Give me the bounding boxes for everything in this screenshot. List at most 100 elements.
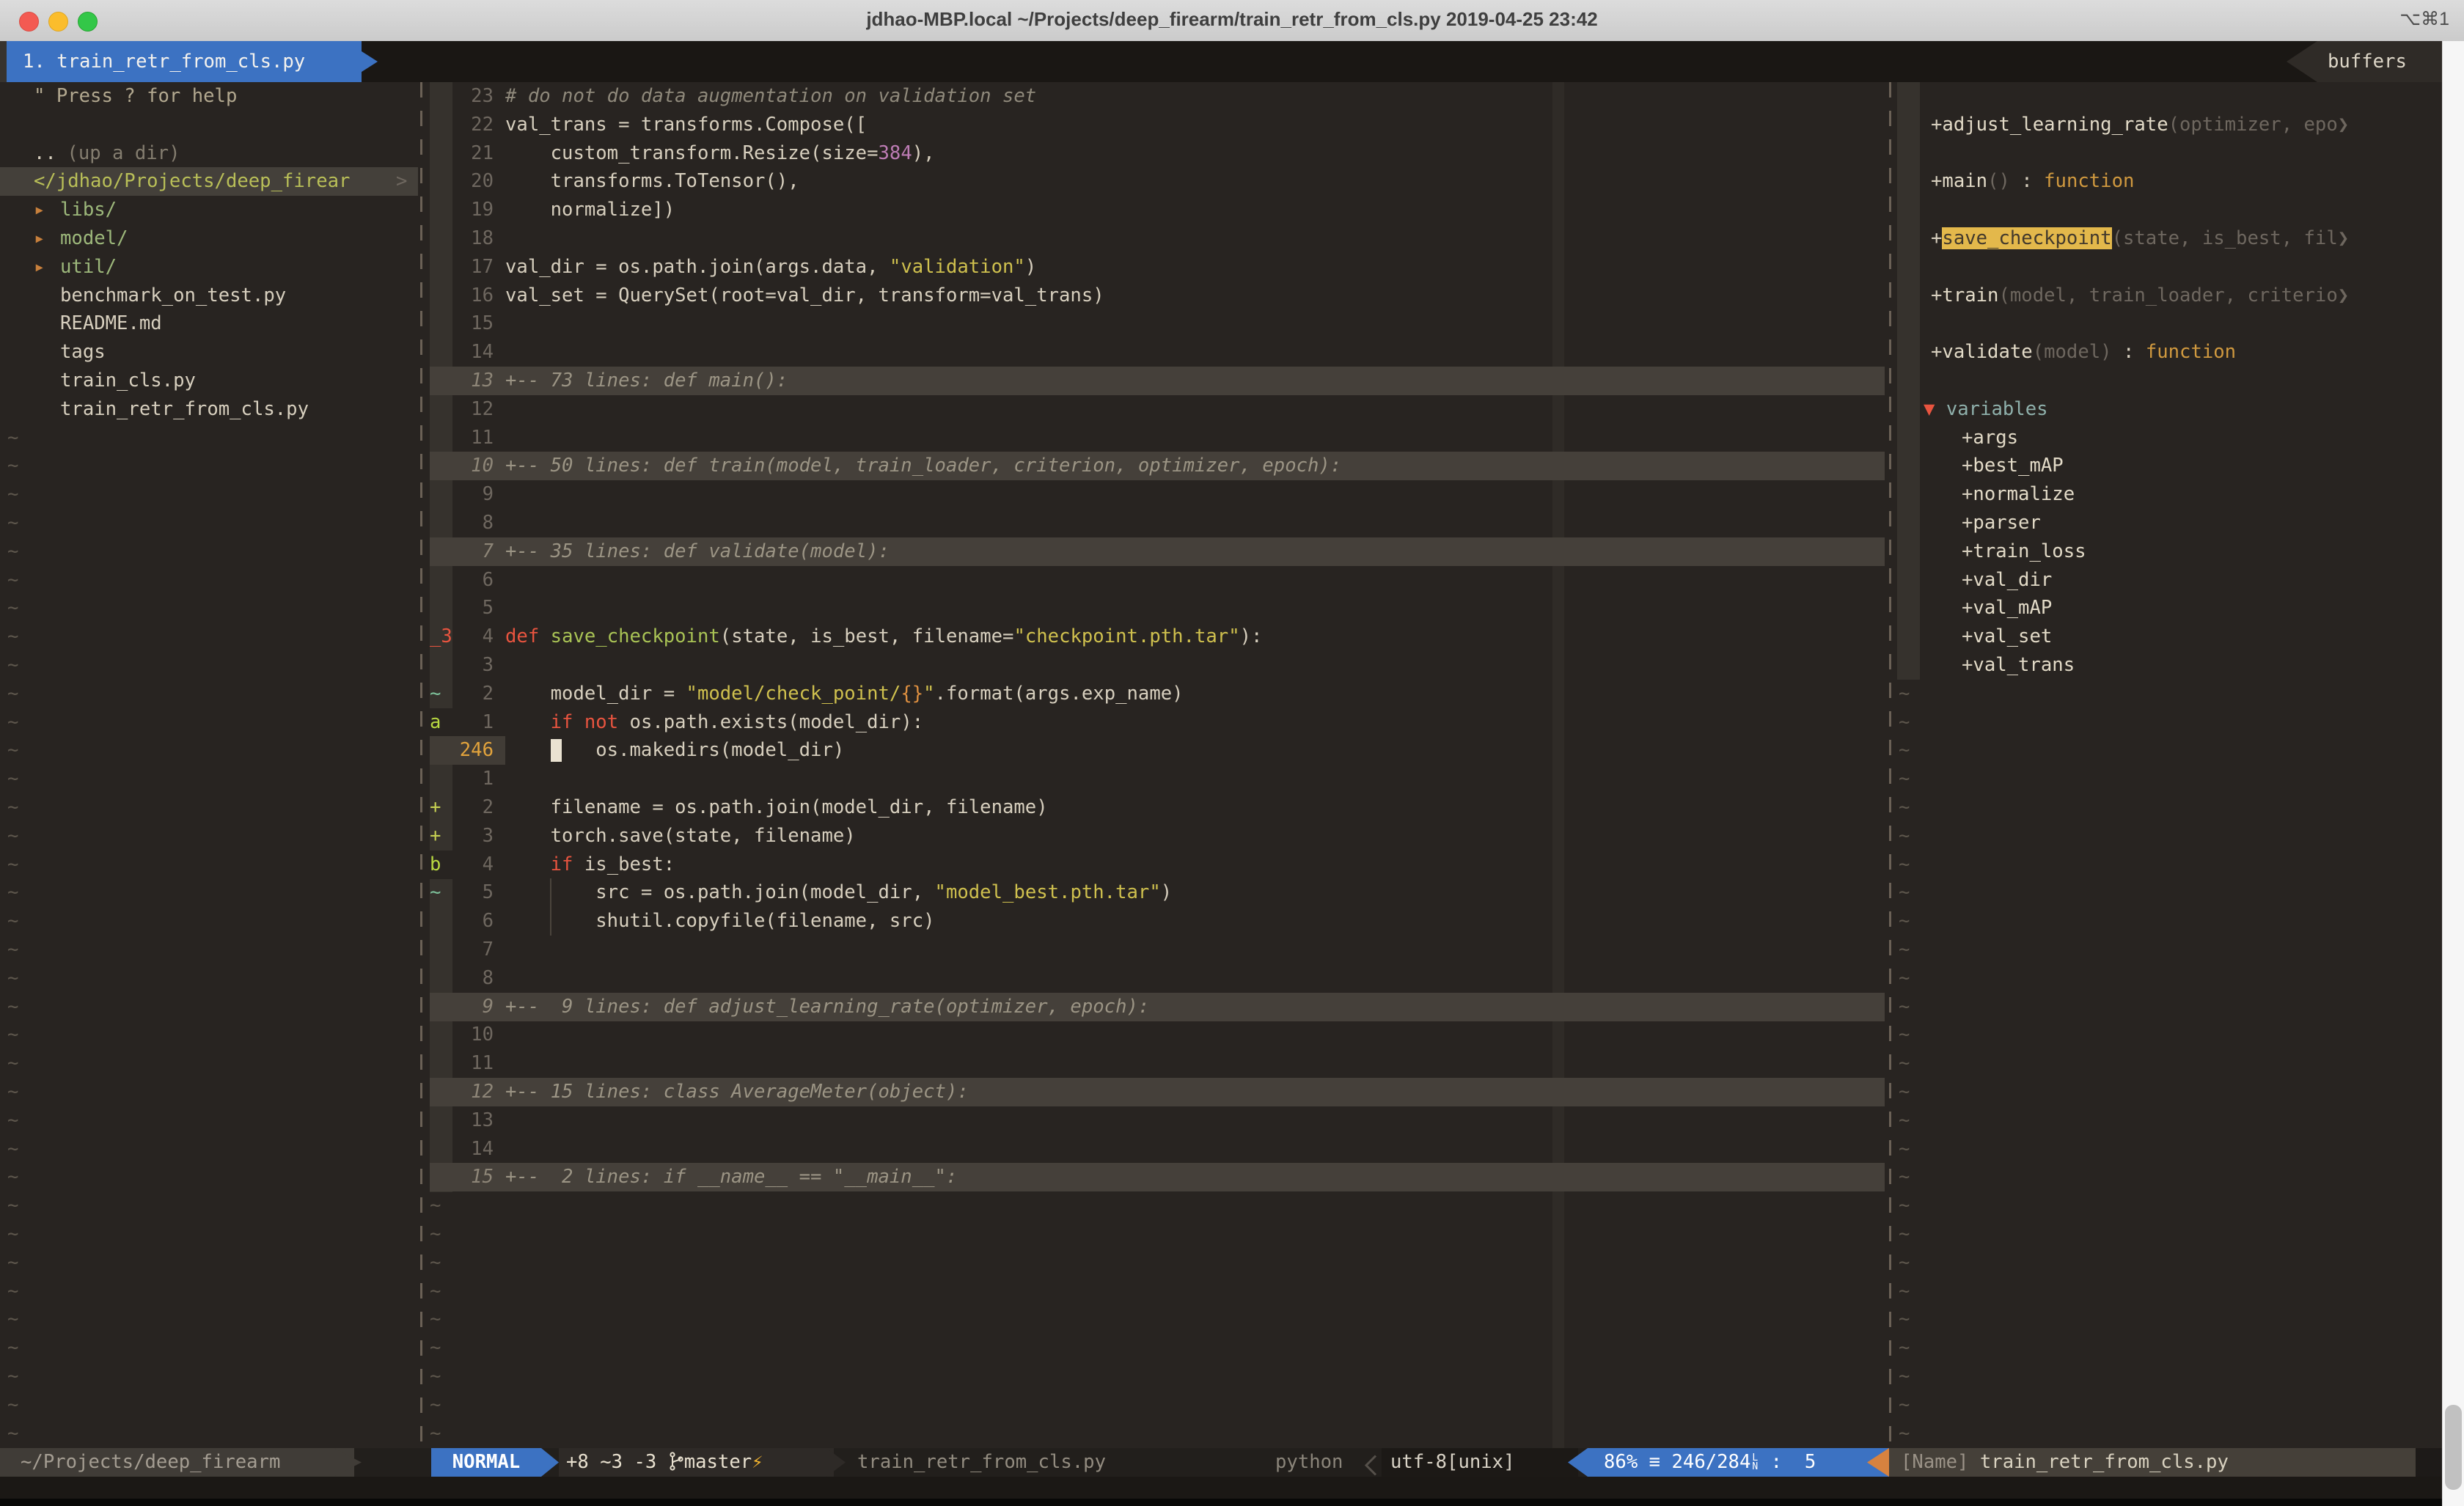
empty-line: ~	[0, 1305, 418, 1334]
empty-line: ~	[1897, 907, 2442, 936]
code-line: 1	[425, 765, 1885, 793]
empty-line: ~	[0, 537, 418, 566]
code-text: val_set = QuerySet(root=val_dir, transfo…	[505, 282, 1104, 310]
empty-line: ~	[1897, 765, 2442, 793]
empty-line: ~	[1897, 993, 2442, 1021]
empty-line: ~	[0, 1419, 418, 1448]
empty-line: ~	[0, 651, 418, 680]
empty-line: ~	[0, 1135, 418, 1164]
empty-line: ~	[0, 1220, 418, 1249]
folded-region[interactable]: 10+-- 50 lines: def train(model, train_l…	[425, 452, 1885, 480]
tree-help[interactable]: " Press ? for help	[0, 82, 418, 111]
nerdtree-window[interactable]: " Press ? for help .. (up a dir)</jdhao/P…	[0, 82, 418, 1448]
tree-item-libs/[interactable]: ▸libs/	[0, 196, 418, 224]
tree-item-README.md[interactable]: README.md	[0, 309, 418, 338]
code-line: 10	[425, 1021, 1885, 1049]
tree-item-train_cls.py[interactable]: train_cls.py	[0, 367, 418, 395]
tabline: 1. train_retr_from_cls.py buffers	[0, 41, 2464, 82]
tag-entry-val_set[interactable]: +val_set	[1897, 622, 2442, 651]
tree-root[interactable]: </jdhao/Projects/deep_firear>	[0, 167, 418, 196]
tag-entry-args[interactable]: +args	[1897, 424, 2442, 452]
empty-line: ~	[0, 736, 418, 765]
empty-line: ~	[1897, 680, 2442, 708]
terminal-window: jdhao-MBP.local ~/Projects/deep_firearm/…	[0, 0, 2464, 1506]
empty-line: ~	[425, 1419, 1885, 1448]
command-line[interactable]	[0, 1477, 2464, 1499]
gutter-sign: +	[430, 822, 453, 851]
empty-line: ~	[0, 964, 418, 993]
empty-line: ~	[0, 452, 418, 480]
code-window[interactable]: 23# do not do data augmentation on valid…	[425, 82, 1885, 1448]
code-line: 22val_trans = transforms.Compose([	[425, 111, 1885, 139]
tree-updir[interactable]: .. (up a dir)	[0, 139, 418, 168]
code-line: 16val_set = QuerySet(root=val_dir, trans…	[425, 282, 1885, 310]
code-line: ~2 model_dir = "model/check_point/{}".fo…	[425, 680, 1885, 708]
folded-region[interactable]: 13+-- 73 lines: def main():	[425, 367, 1885, 395]
statusline: ~/Projects/deep_firearm NORMAL +8 ~3 -3 …	[0, 1448, 2464, 1477]
code-line: 21 custom_transform.Resize(size=384),	[425, 139, 1885, 168]
powerline-arrow-icon	[541, 1448, 559, 1477]
empty-line: ~	[1897, 1106, 2442, 1135]
tree-item-tags[interactable]: tags	[0, 338, 418, 367]
empty-line: ~	[1897, 1021, 2442, 1049]
code-line: ~5 src = os.path.join(model_dir, "model_…	[425, 878, 1885, 907]
scrollbar-thumb[interactable]	[2445, 1405, 2462, 1490]
code-line: 3	[425, 651, 1885, 680]
folded-region[interactable]: 15+-- 2 lines: if __name__ == "__main__"…	[425, 1163, 1885, 1191]
gutter-sign: +	[430, 793, 453, 822]
tag-entry-main[interactable]: +main() : function	[1897, 167, 2442, 196]
cursor-position-segment: 86% ≡ 246/284LN : 5	[1588, 1448, 1885, 1477]
code-line: +2 filename = os.path.join(model_dir, fi…	[425, 793, 1885, 822]
gutter-sign: b	[430, 851, 453, 879]
tag-entry-train[interactable]: +train(model, train_loader, criterio❯	[1897, 282, 2442, 310]
tag-entry-save_checkpoint[interactable]: +save_checkpoint(state, is_best, fil❯	[1897, 224, 2442, 253]
tag-entry-adjust_learning_rate[interactable]: +adjust_learning_rate(optimizer, epo❯	[1897, 111, 2442, 139]
tag-entry-validate[interactable]: +validate(model) : function	[1897, 338, 2442, 367]
filetype-indicator: python	[1275, 1448, 1343, 1477]
code-text: if not os.path.exists(model_dir):	[505, 708, 923, 737]
tabline-edge	[0, 41, 7, 82]
tag-entry-normalize[interactable]: +normalize	[1897, 480, 2442, 509]
tagbar-window[interactable]: +adjust_learning_rate(optimizer, epo❯ +ma…	[1897, 82, 2442, 1448]
empty-line: ~	[0, 1334, 418, 1362]
code-text: torch.save(state, filename)	[505, 822, 856, 851]
titlebar[interactable]: jdhao-MBP.local ~/Projects/deep_firearm/…	[0, 0, 2464, 43]
scrollbar-track[interactable]	[2442, 41, 2464, 1506]
gutter-sign: ~	[430, 878, 453, 907]
tag-entry-parser[interactable]: +parser	[1897, 509, 2442, 537]
tree-item-util/[interactable]: ▸util/	[0, 253, 418, 282]
tag-entry-train_loss[interactable]: +train_loss	[1897, 537, 2442, 566]
tag-entry-best_mAP[interactable]: +best_mAP	[1897, 452, 2442, 480]
tag-entry-val_trans[interactable]: +val_trans	[1897, 651, 2442, 680]
tag-entry-val_mAP[interactable]: +val_mAP	[1897, 594, 2442, 622]
code-line: 15	[425, 309, 1885, 338]
tree-item-train_retr_from_cls.py[interactable]: train_retr_from_cls.py	[0, 395, 418, 424]
folded-region[interactable]: 7+-- 35 lines: def validate(model):	[425, 537, 1885, 566]
code-text: val_trans = transforms.Compose([	[505, 111, 867, 139]
git-status-segment: +8 ~3 -3 master⚡	[559, 1448, 834, 1477]
empty-line: ~	[0, 1277, 418, 1306]
tag-entry-variables[interactable]: ▼ variables	[1897, 395, 2442, 424]
folded-region[interactable]: 12+-- 15 lines: class AverageMeter(objec…	[425, 1078, 1885, 1106]
folded-region[interactable]: 9+-- 9 lines: def adjust_learning_rate(o…	[425, 993, 1885, 1021]
empty-line: ~	[1897, 708, 2442, 737]
statusline-end	[2416, 1448, 2442, 1477]
empty-line: ~	[0, 936, 418, 964]
tab-train-retr-from-cls[interactable]: 1. train_retr_from_cls.py	[7, 41, 362, 82]
tagbar-name-label: [Name]	[1901, 1451, 1968, 1473]
code-line: 6 shutil.copyfile(filename, src)	[425, 907, 1885, 936]
tree-item-benchmark_on_test.py[interactable]: benchmark_on_test.py	[0, 282, 418, 310]
empty-line: ~	[1897, 936, 2442, 964]
code-text: os.makedirs(model_dir)	[505, 736, 844, 765]
code-line: 14	[425, 1135, 1885, 1164]
tree-item-model/[interactable]: ▸model/	[0, 224, 418, 253]
colon: :	[1771, 1451, 1782, 1473]
window-separator[interactable]	[420, 82, 422, 1448]
tag-entry-val_dir[interactable]: +val_dir	[1897, 566, 2442, 595]
code-text: custom_transform.Resize(size=384),	[505, 139, 935, 168]
column-number: 5	[1805, 1451, 1816, 1473]
code-line: 8	[425, 509, 1885, 537]
window-separator[interactable]	[1889, 82, 1891, 1448]
scroll-percent: 86%	[1604, 1451, 1638, 1473]
code-line: 20 transforms.ToTensor(),	[425, 167, 1885, 196]
